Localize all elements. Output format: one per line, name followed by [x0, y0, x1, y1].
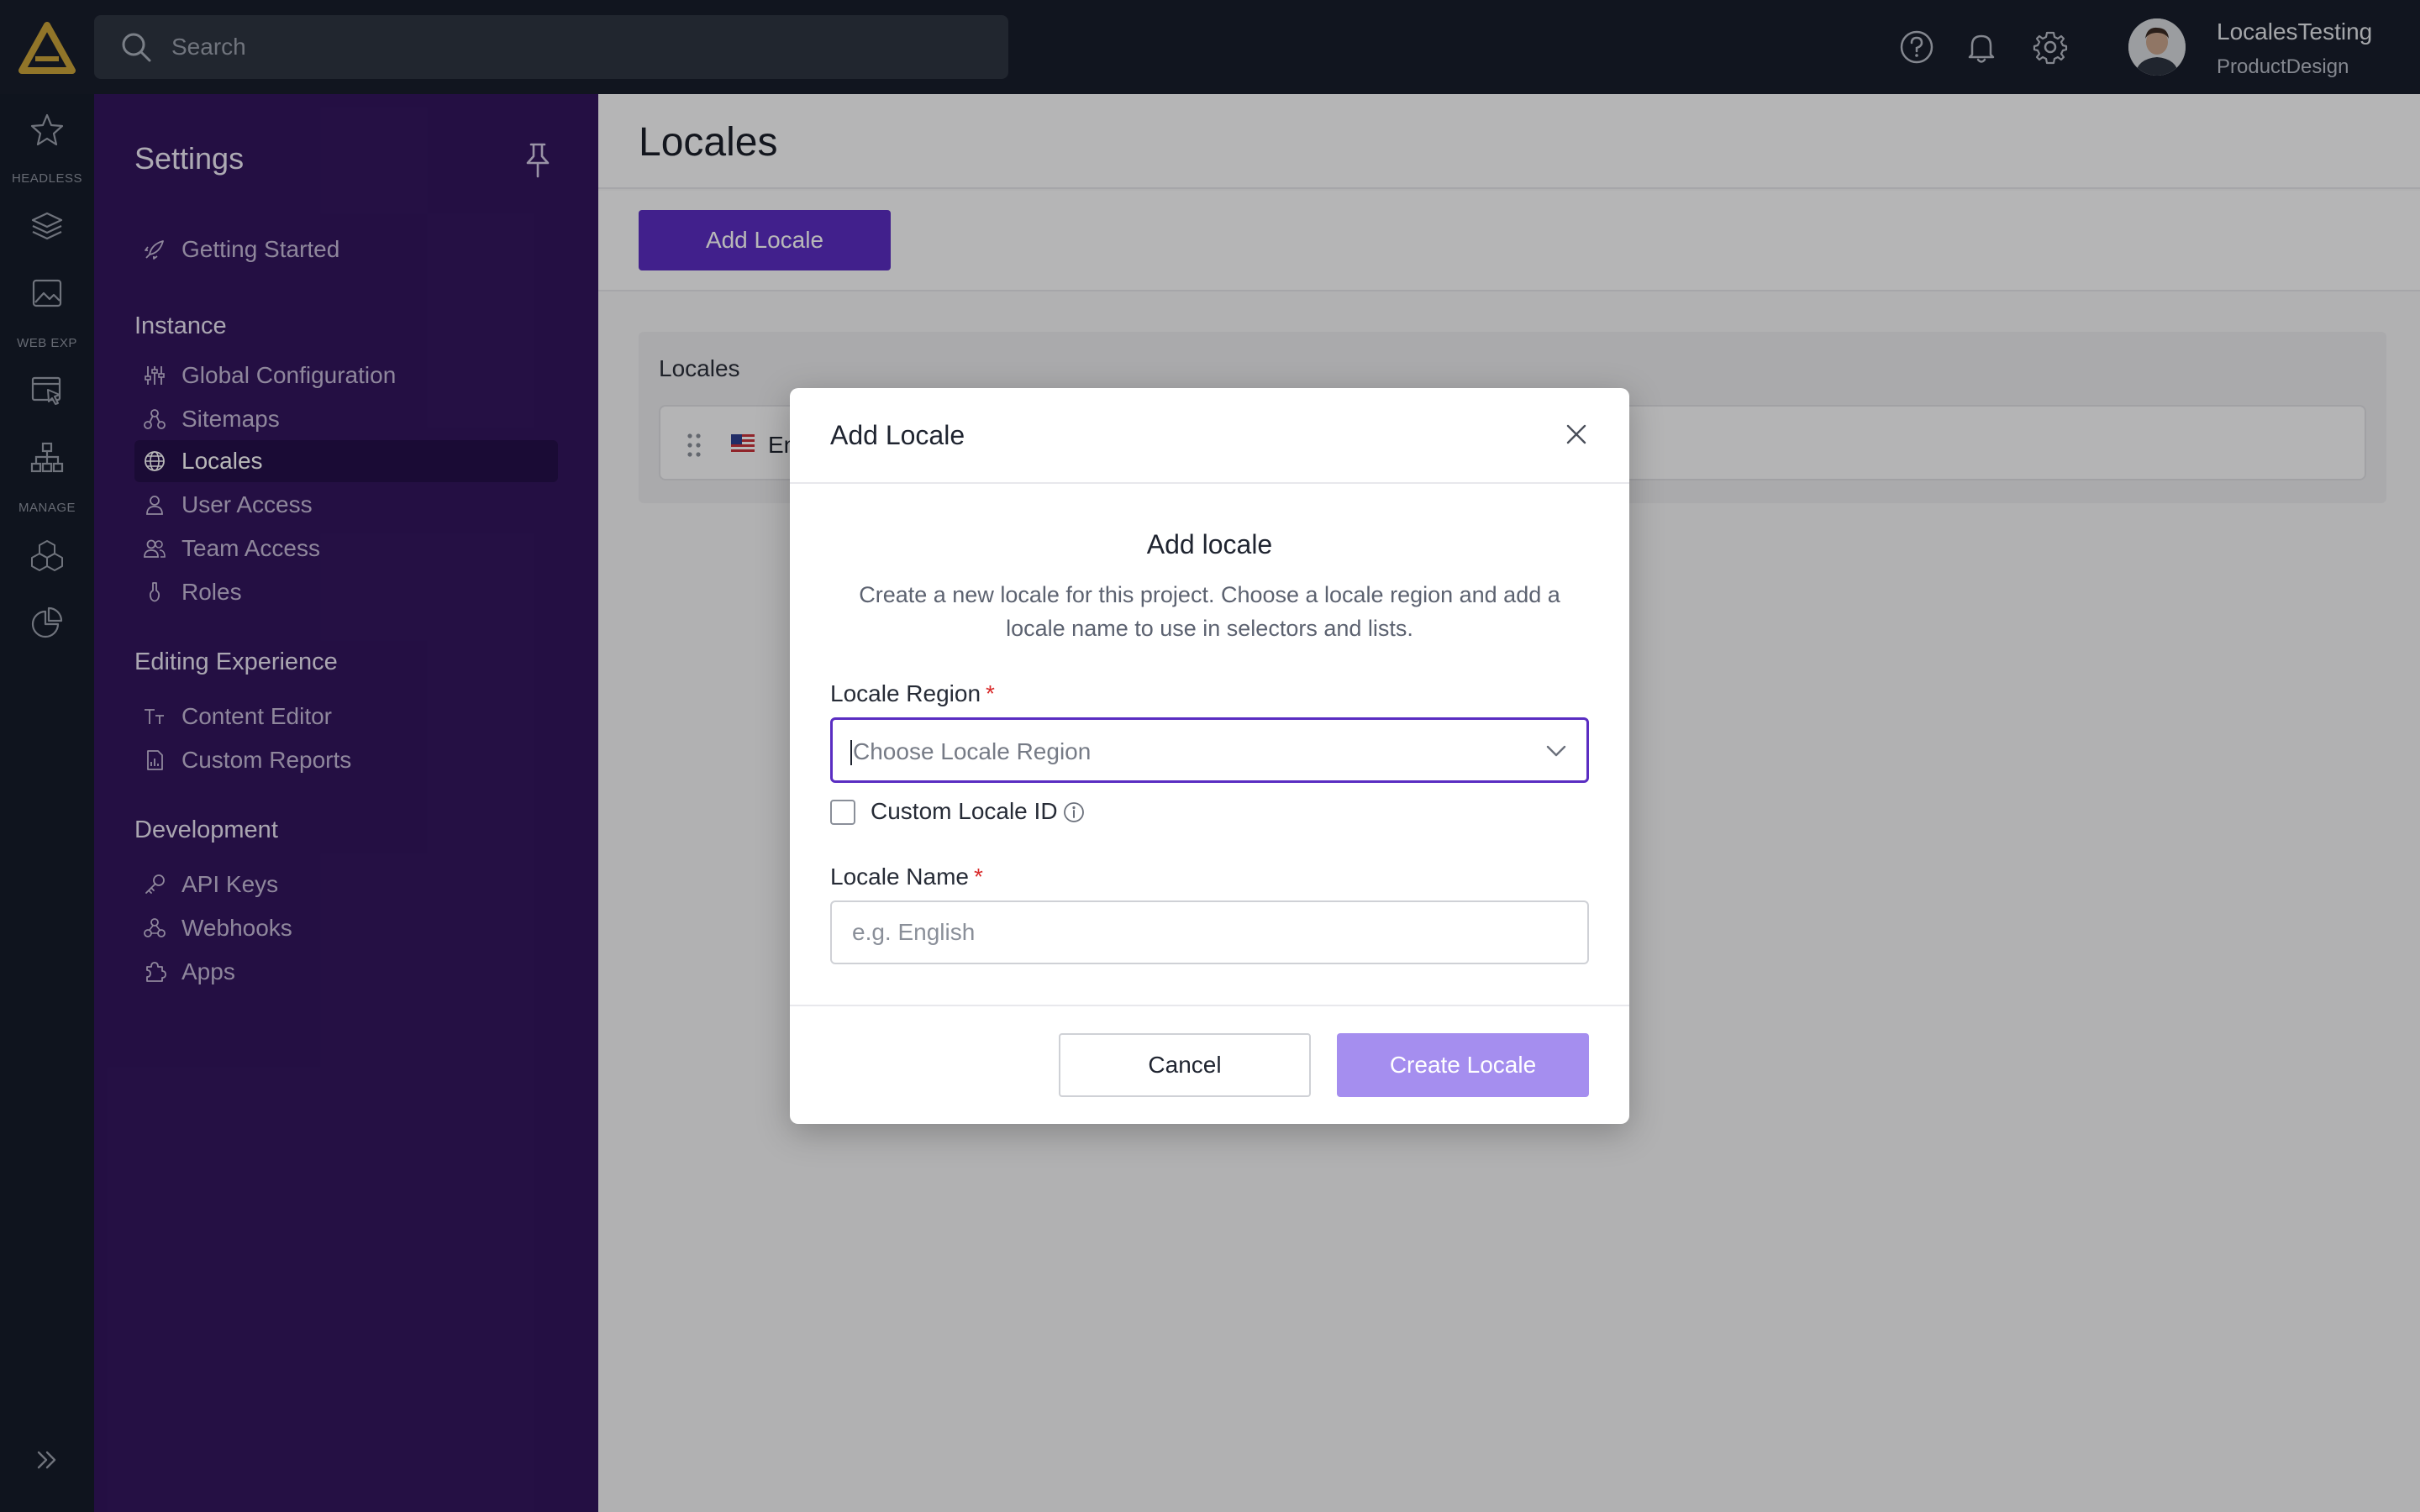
dialog-title: Add Locale — [830, 420, 965, 450]
locale-name-input[interactable] — [830, 900, 1589, 964]
custom-locale-id-checkbox[interactable] — [830, 800, 855, 825]
info-icon[interactable] — [1062, 801, 1086, 824]
cancel-button[interactable]: Cancel — [1059, 1033, 1311, 1097]
locale-name-label-text: Locale Name — [830, 864, 969, 890]
add-locale-dialog: Add Locale Add locale Create a new local… — [790, 388, 1629, 1124]
dialog-heading: Add locale — [1146, 529, 1273, 559]
custom-locale-id-label[interactable]: Custom Locale ID — [871, 798, 1058, 825]
create-locale-button[interactable]: Create Locale — [1337, 1033, 1589, 1097]
dialog-header: Add Locale — [790, 388, 1629, 484]
locale-region-label: Locale Region * — [830, 680, 995, 707]
required-mark: * — [973, 864, 983, 890]
chevron-down-icon[interactable] — [1544, 738, 1569, 764]
locale-region-select[interactable]: Choose Locale Region — [830, 717, 1589, 783]
dialog-footer: Cancel Create Locale — [790, 1005, 1629, 1124]
required-mark: * — [986, 680, 995, 706]
dialog-description: Create a new locale for this project. Ch… — [859, 582, 1560, 641]
locale-name-label: Locale Name * — [830, 864, 983, 890]
locale-region-placeholder: Choose Locale Region — [850, 738, 1092, 765]
close-icon[interactable] — [1560, 418, 1592, 450]
locale-region-label-text: Locale Region — [830, 680, 981, 706]
